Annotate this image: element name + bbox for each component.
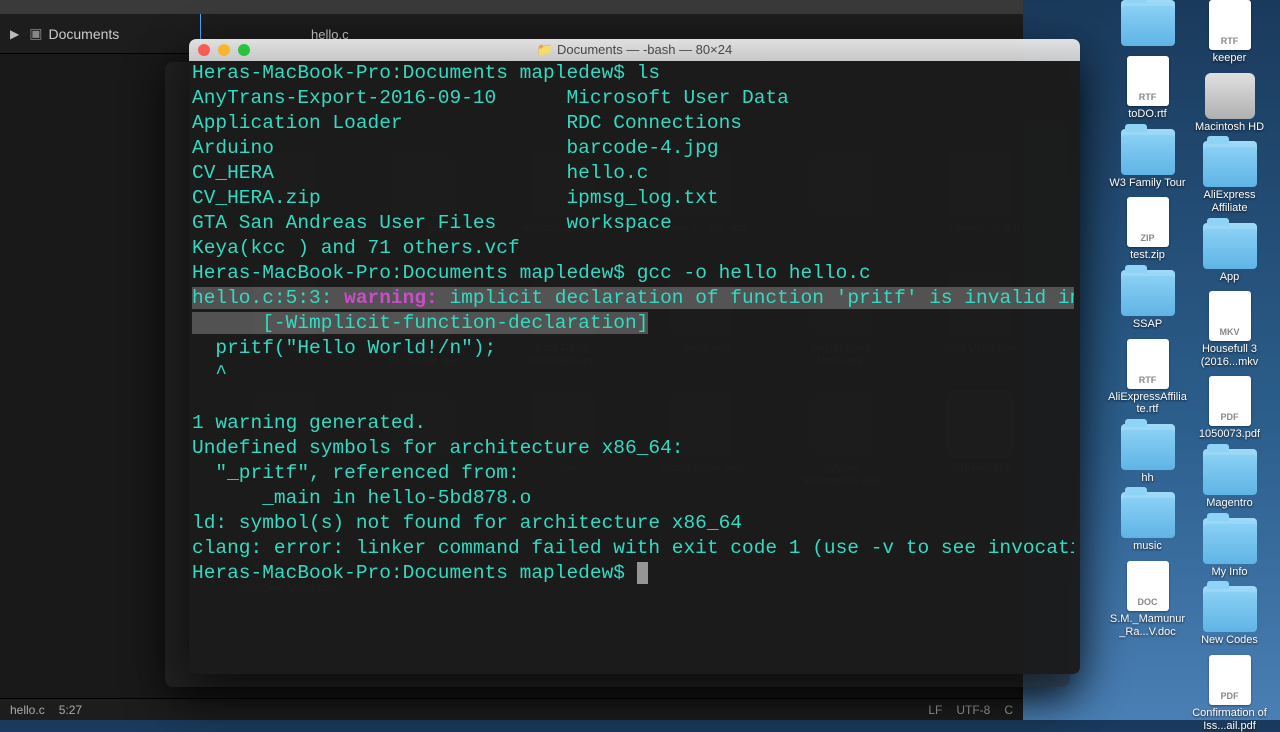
terminal-window: 📁 Documents — -bash — 80×24 Heras-MacBook…	[189, 39, 1080, 674]
folder-icon	[1203, 223, 1257, 269]
desktop-item[interactable]: SSAP	[1105, 270, 1190, 331]
desktop-item[interactable]: hh	[1105, 424, 1190, 485]
editor-project-name[interactable]: Documents	[48, 26, 119, 42]
desktop-item-label: New Codes	[1201, 634, 1258, 647]
desktop-column-1: RTF toDO.rtf W3 Family Tour ZIP test.zip SSAP…	[1105, 0, 1190, 638]
desktop-item[interactable]	[1105, 0, 1190, 48]
desktop-item-label: SSAP	[1133, 318, 1162, 331]
folder-icon	[1203, 449, 1257, 495]
desktop-item-label: My Info	[1211, 566, 1247, 579]
chevron-right-icon[interactable]: ▶	[10, 27, 19, 41]
status-encoding[interactable]: UTF-8	[956, 703, 990, 717]
desktop-item[interactable]: My Info	[1187, 518, 1272, 579]
folder-icon	[1121, 492, 1175, 538]
desktop-item-label: AliExpress Affiliate	[1190, 189, 1270, 214]
file-icon: MKV	[1209, 291, 1251, 341]
desktop-item[interactable]: ZIP test.zip	[1105, 197, 1190, 262]
desktop-item[interactable]: RTF toDO.rtf	[1105, 56, 1190, 121]
file-icon: ZIP	[1127, 197, 1169, 247]
desktop-item[interactable]: AliExpress Affiliate	[1187, 141, 1272, 214]
desktop-item[interactable]: MKVHousefull 3 (2016...mkv	[1187, 291, 1272, 368]
desktop-item[interactable]: music	[1105, 492, 1190, 553]
desktop-item-label: toDO.rtf	[1128, 108, 1167, 121]
desktop-item[interactable]: RTFAliExpressAffiliate.rtf	[1105, 339, 1190, 416]
folder-icon	[1203, 141, 1257, 187]
desktop[interactable]: RTF toDO.rtf W3 Family Tour ZIP test.zip SSAP…	[1023, 0, 1280, 720]
desktop-item-label: keeper	[1213, 52, 1247, 65]
folder-icon	[1121, 270, 1175, 316]
desktop-item[interactable]: PDFConfirmation of Iss...ail.pdf	[1187, 655, 1272, 732]
desktop-item-label: W3 Family Tour	[1109, 177, 1185, 190]
file-icon: DOC	[1127, 561, 1169, 611]
terminal-titlebar[interactable]: 📁 Documents — -bash — 80×24	[189, 39, 1080, 61]
desktop-item-label: Housefull 3 (2016...mkv	[1190, 343, 1270, 368]
desktop-item[interactable]: Magentro	[1187, 449, 1272, 510]
status-cursor-pos[interactable]: 5:27	[59, 703, 82, 717]
folder-icon	[1203, 518, 1257, 564]
desktop-item-label: AliExpressAffiliate.rtf	[1108, 391, 1188, 416]
status-filename[interactable]: hello.c	[10, 703, 45, 717]
desktop-item[interactable]: DOCS.M._Mamunur_Ra...V.doc	[1105, 561, 1190, 638]
folder-icon: ▣	[29, 25, 42, 42]
desktop-item-label: App	[1220, 271, 1240, 284]
editor-titlebar[interactable]	[0, 0, 1023, 14]
desktop-item[interactable]: New Codes	[1187, 586, 1272, 647]
maximize-button[interactable]	[238, 44, 250, 56]
terminal-body[interactable]: Heras-MacBook-Pro:Documents mapledew$ ls…	[192, 61, 1074, 671]
desktop-item[interactable]: W3 Family Tour	[1105, 129, 1190, 190]
desktop-column-2: RTF keeper Macintosh HD AliExpress Affiliat…	[1187, 0, 1272, 732]
desktop-item[interactable]: Macintosh HD	[1187, 73, 1272, 134]
terminal-title: 📁 Documents — -bash — 80×24	[189, 42, 1080, 58]
file-icon: RTF	[1209, 0, 1251, 50]
desktop-item-label: Macintosh HD	[1195, 121, 1264, 134]
file-icon: RTF	[1127, 339, 1169, 389]
desktop-item-label: 1050073.pdf	[1199, 428, 1260, 441]
folder-icon	[1121, 0, 1175, 46]
folder-icon	[1203, 586, 1257, 632]
file-icon: PDF	[1209, 376, 1251, 426]
file-icon: RTF	[1127, 56, 1169, 106]
desktop-item[interactable]: RTF keeper	[1187, 0, 1272, 65]
status-language[interactable]: C	[1004, 703, 1013, 717]
hd-icon	[1205, 73, 1255, 119]
desktop-item-label: test.zip	[1130, 249, 1165, 262]
desktop-item-label: hh	[1141, 472, 1153, 485]
folder-icon	[1121, 129, 1175, 175]
file-icon: PDF	[1209, 655, 1251, 705]
folder-icon	[1121, 424, 1175, 470]
window-controls	[189, 44, 250, 56]
desktop-item[interactable]: App	[1187, 223, 1272, 284]
desktop-item-label: music	[1133, 540, 1162, 553]
close-button[interactable]	[198, 44, 210, 56]
folder-icon: 📁	[537, 42, 553, 57]
status-line-ending[interactable]: LF	[928, 703, 942, 717]
desktop-item[interactable]: PDF 1050073.pdf	[1187, 376, 1272, 441]
terminal-title-text: Documents — -bash — 80×24	[557, 42, 732, 57]
minimize-button[interactable]	[218, 44, 230, 56]
desktop-item-label: Magentro	[1206, 497, 1252, 510]
editor-status-bar: hello.c 5:27 LF UTF-8 C	[0, 698, 1023, 720]
desktop-item-label: S.M._Mamunur_Ra...V.doc	[1108, 613, 1188, 638]
